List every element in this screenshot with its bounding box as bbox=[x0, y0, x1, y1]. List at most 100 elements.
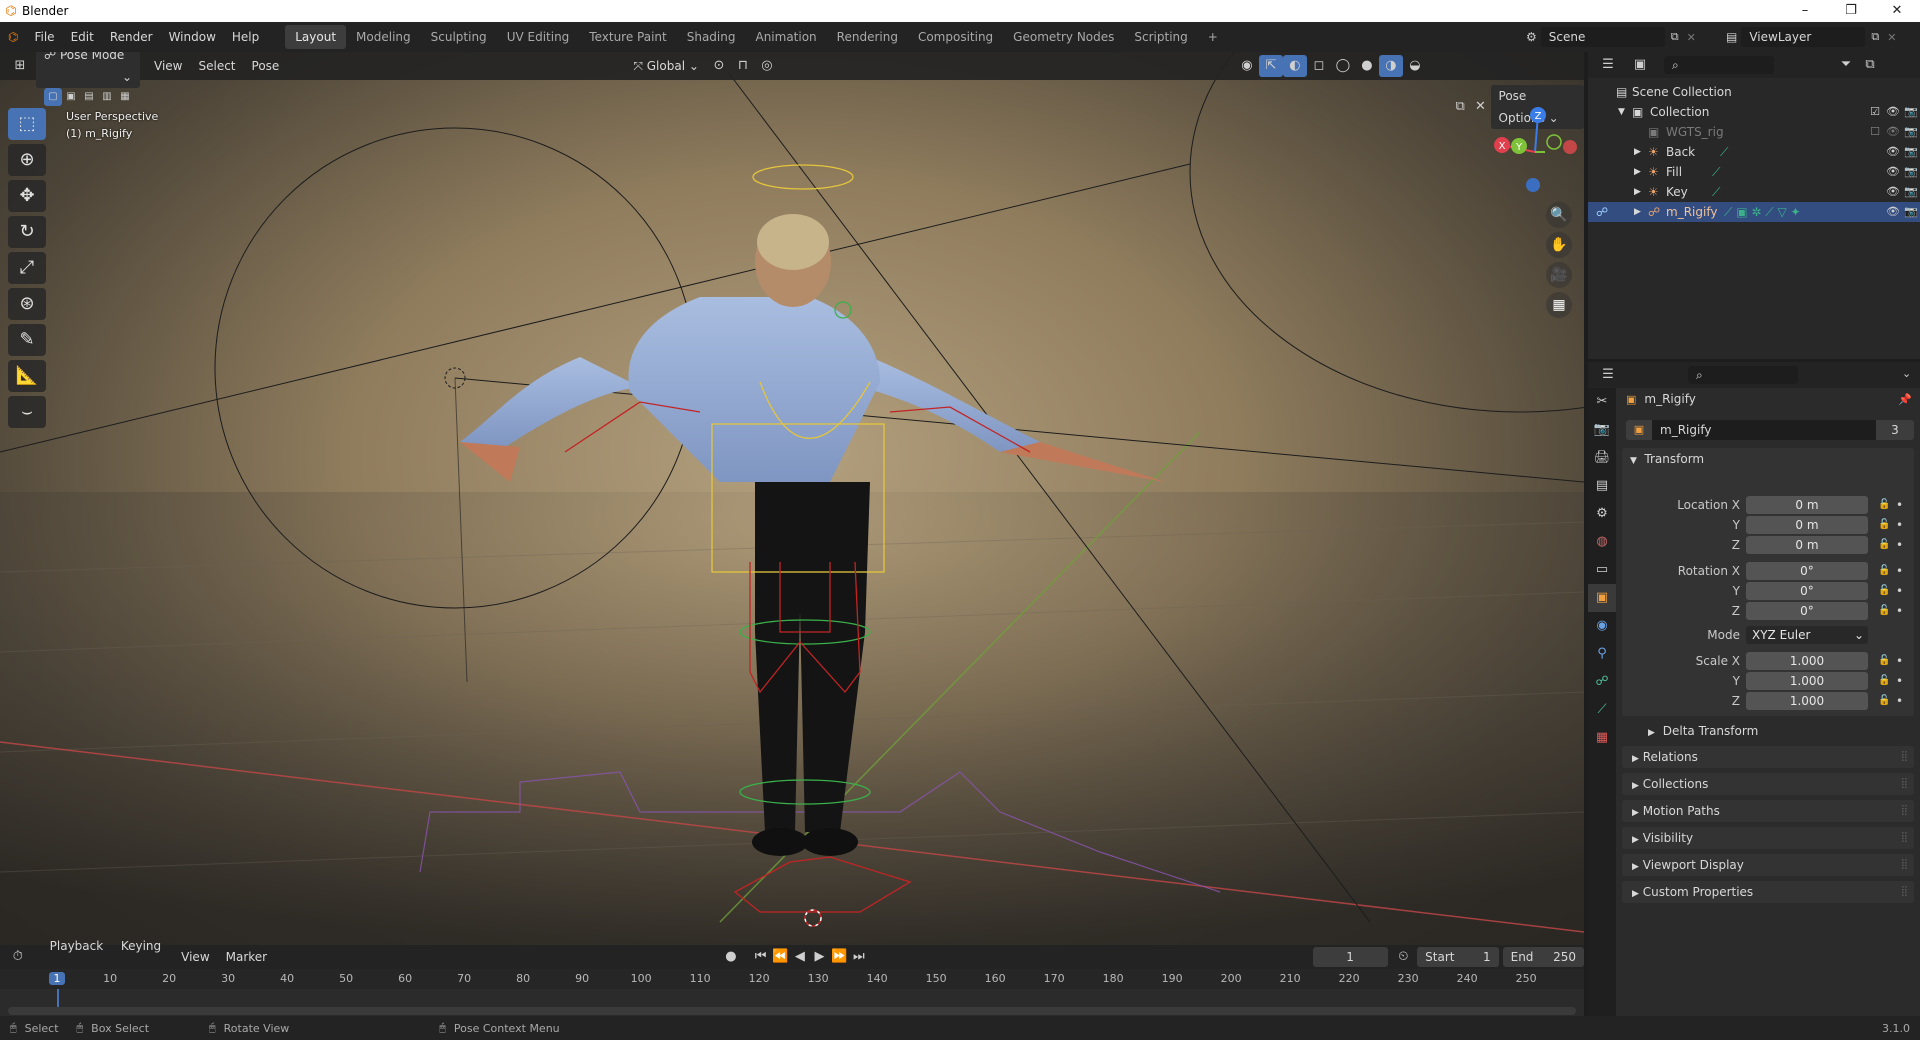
rotate-tool-icon[interactable]: ↻ bbox=[8, 216, 46, 248]
visibility-eye-icon[interactable]: 👁 bbox=[1884, 162, 1902, 182]
keyframe-dot-icon[interactable]: • bbox=[1896, 672, 1908, 690]
relations-panel[interactable]: ▶ Relations ⣿ bbox=[1622, 746, 1914, 768]
view-layer-tab-icon[interactable]: ▤ bbox=[1588, 472, 1616, 500]
drag-handle-icon[interactable]: ⣿ bbox=[1901, 773, 1908, 795]
drag-handle-icon[interactable]: ⣿ bbox=[1901, 854, 1908, 876]
tool-tab-icon[interactable]: ✂ bbox=[1588, 388, 1616, 416]
pan-hand-icon[interactable]: ✋ bbox=[1546, 232, 1572, 258]
render-camera-icon[interactable]: 📷 bbox=[1902, 122, 1920, 142]
object-tab-icon[interactable]: ▣ bbox=[1588, 584, 1616, 612]
transform-panel-header[interactable]: ▼ Transform bbox=[1622, 448, 1914, 470]
display-mode-icon[interactable]: ▣ bbox=[1628, 54, 1652, 76]
keyframe-dot-icon[interactable]: • bbox=[1896, 516, 1908, 534]
timeline-editor-type-icon[interactable]: ⏱ bbox=[8, 946, 28, 968]
new-collection-icon[interactable]: ⧉ bbox=[1858, 54, 1882, 76]
render-camera-icon[interactable]: 📷 bbox=[1902, 142, 1920, 162]
lock-icon[interactable]: 🔓 bbox=[1878, 516, 1892, 534]
transform-orientation-dropdown[interactable]: ⤧ Global ⌄ bbox=[625, 55, 707, 77]
render-camera-icon[interactable]: 📷 bbox=[1902, 202, 1920, 222]
render-camera-icon[interactable]: 📷 bbox=[1902, 102, 1920, 122]
drag-handle-icon[interactable]: ⣿ bbox=[1901, 800, 1908, 822]
output-tab-icon[interactable]: 🖨 bbox=[1588, 444, 1616, 472]
exclude-checkbox[interactable]: ☐ bbox=[1866, 122, 1884, 142]
annotate-tool-icon[interactable]: ✎ bbox=[8, 324, 46, 356]
drag-handle-icon[interactable]: ⣿ bbox=[1901, 881, 1908, 903]
keyframe-dot-icon[interactable]: • bbox=[1896, 582, 1908, 600]
outliner-row-collection[interactable]: ▼ ▣ Collection ☑ 👁 📷 bbox=[1588, 102, 1920, 122]
outliner-row-back[interactable]: ▶ ☀ Back ⟋ 👁 📷 bbox=[1588, 142, 1920, 162]
keyframe-dot-icon[interactable]: • bbox=[1896, 562, 1908, 580]
lock-icon[interactable]: 🔓 bbox=[1878, 672, 1892, 690]
new-viewlayer-icon[interactable]: ⧉ bbox=[1871, 30, 1879, 44]
overlays-toggle-icon[interactable]: ◐ bbox=[1282, 55, 1307, 77]
snap-icon[interactable]: ⊓ bbox=[731, 55, 755, 77]
lock-icon[interactable]: 🔓 bbox=[1878, 562, 1892, 580]
viewport-menu-view[interactable]: View bbox=[146, 55, 190, 77]
drag-handle-icon[interactable]: ⣿ bbox=[1901, 827, 1908, 849]
workspace-tab-rendering[interactable]: Rendering bbox=[827, 25, 908, 49]
physics-tab-icon[interactable]: ◉ bbox=[1588, 612, 1616, 640]
shading-rendered-icon[interactable]: ◒ bbox=[1403, 55, 1427, 77]
outliner-row-key[interactable]: ▶ ☀ Key ⟋ 👁 📷 bbox=[1588, 182, 1920, 202]
cursor-tool-icon[interactable]: ⊕ bbox=[8, 144, 46, 176]
collapse-arrow-icon[interactable]: ▼ bbox=[1618, 102, 1625, 122]
current-frame-field[interactable]: 1 bbox=[1312, 947, 1388, 967]
maximize-icon[interactable]: ❐ bbox=[1828, 0, 1874, 22]
rotation-mode-dropdown[interactable]: XYZ Euler ⌄ bbox=[1746, 626, 1868, 644]
ortho-grid-icon[interactable]: ▦ bbox=[1546, 292, 1572, 318]
drag-handle-icon[interactable]: ⣿ bbox=[1901, 746, 1908, 768]
jump-to-end-icon[interactable]: ⏭ bbox=[849, 946, 869, 968]
render-tab-icon[interactable]: 📷 bbox=[1588, 416, 1616, 444]
close-icon[interactable]: ✕ bbox=[1874, 0, 1920, 22]
camera-view-icon[interactable]: 🎥 bbox=[1546, 262, 1572, 288]
users-count[interactable]: 3 bbox=[1876, 420, 1914, 440]
play-reverse-icon[interactable]: ◀ bbox=[790, 946, 810, 968]
shading-wireframe-icon[interactable]: ◯ bbox=[1331, 55, 1355, 77]
workspace-tab-animation[interactable]: Animation bbox=[745, 25, 826, 49]
texture-tab-icon[interactable]: ▦ bbox=[1588, 724, 1616, 752]
render-camera-icon[interactable]: 📷 bbox=[1902, 162, 1920, 182]
datablock-icon[interactable]: ▣ bbox=[1626, 420, 1652, 440]
mode-selector[interactable]: ☍ Pose Mode ⌄ bbox=[36, 52, 140, 88]
workspace-tab-layout[interactable]: Layout bbox=[285, 25, 347, 49]
pivot-point-icon[interactable]: ⊙ bbox=[707, 55, 731, 77]
transform-affect-icon[interactable]: ⧉ bbox=[1450, 96, 1470, 118]
scene-name-field[interactable]: Scene bbox=[1540, 27, 1665, 47]
workspace-tab-sculpting[interactable]: Sculpting bbox=[421, 25, 497, 49]
viewport-menu-select[interactable]: Select bbox=[190, 55, 243, 77]
shading-solid-icon[interactable]: ● bbox=[1355, 55, 1379, 77]
keyframe-dot-icon[interactable]: • bbox=[1896, 536, 1908, 554]
add-workspace-button[interactable]: + bbox=[1198, 25, 1228, 49]
lock-icon[interactable]: 🔓 bbox=[1878, 536, 1892, 554]
keyframe-dot-icon[interactable]: • bbox=[1896, 496, 1908, 514]
viewport-display-panel[interactable]: ▶ Viewport Display ⣿ bbox=[1622, 854, 1914, 876]
collection-tab-icon[interactable]: ▭ bbox=[1588, 556, 1616, 584]
scale-z-field[interactable]: 1.000 bbox=[1746, 692, 1868, 710]
rotation-z-field[interactable]: 0° bbox=[1746, 602, 1868, 620]
exclude-checkbox[interactable]: ☑ bbox=[1866, 102, 1884, 122]
scene-render[interactable] bbox=[0, 52, 1584, 945]
scale-x-field[interactable]: 1.000 bbox=[1746, 652, 1868, 670]
outliner-row-fill[interactable]: ▶ ☀ Fill ⟋ 👁 📷 bbox=[1588, 162, 1920, 182]
xray-toggle-icon[interactable]: ◻ bbox=[1307, 55, 1331, 77]
workspace-tab-compositing[interactable]: Compositing bbox=[908, 25, 1003, 49]
shading-material-icon[interactable]: ◑ bbox=[1378, 55, 1403, 77]
outliner-row-wgts-rig[interactable]: ▣ WGTS_rig ☐ 👁 📷 bbox=[1588, 122, 1920, 142]
lock-icon[interactable]: 🔓 bbox=[1878, 602, 1892, 620]
start-frame-field[interactable]: Start 1 bbox=[1417, 947, 1499, 967]
armature-data-tab-icon[interactable]: ☍ bbox=[1588, 668, 1616, 696]
datablock-name-field[interactable]: m_Rigify bbox=[1652, 420, 1876, 440]
keyframe-dot-icon[interactable]: • bbox=[1896, 602, 1908, 620]
expand-arrow-icon[interactable]: ▶ bbox=[1634, 182, 1641, 202]
blender-menu-icon[interactable]: ⌬ bbox=[0, 22, 26, 52]
frame-ruler[interactable]: 1 10 20 30 40 50 60 70 80 90 100 110 120 130 140 150 160… bbox=[0, 969, 1584, 989]
transform-tool-icon[interactable]: ⊛ bbox=[8, 288, 46, 320]
properties-editor-type-icon[interactable]: ☰ bbox=[1596, 364, 1620, 386]
record-keyframe-icon[interactable]: ● bbox=[721, 946, 741, 968]
outliner-row-m-rigify[interactable]: ☍ ▶ ☍ m_Rigify ⟋ ▣ ✲ ⟋ ▽ ✦ 👁 📷 bbox=[1588, 202, 1920, 222]
expand-arrow-icon[interactable]: ▶ bbox=[1634, 142, 1641, 162]
rotation-y-field[interactable]: 0° bbox=[1746, 582, 1868, 600]
menu-edit[interactable]: Edit bbox=[63, 22, 102, 52]
relax-pose-tool-icon[interactable]: ⌣ bbox=[8, 396, 46, 428]
workspace-tab-texture-paint[interactable]: Texture Paint bbox=[579, 25, 676, 49]
